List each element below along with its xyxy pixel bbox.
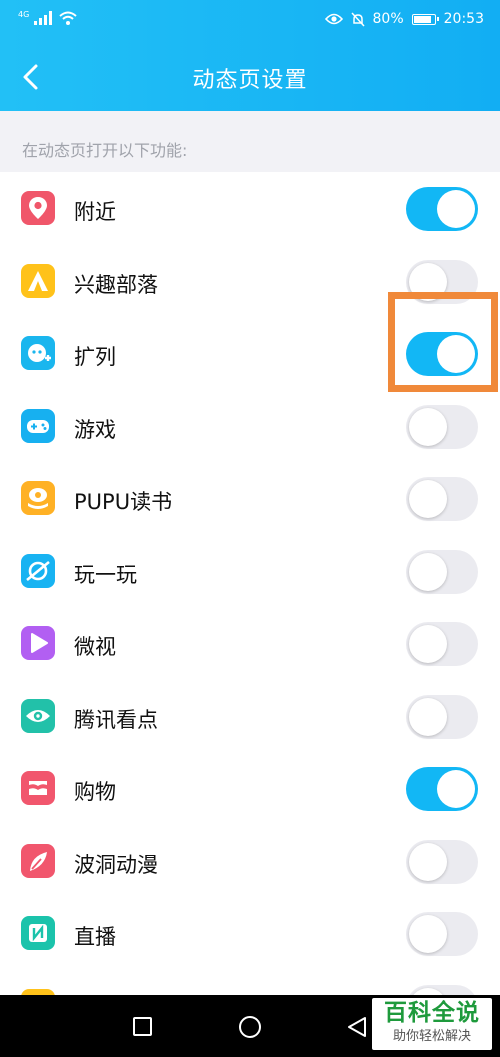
- toggle-knob: [437, 770, 475, 808]
- setting-label: 波洞动漫: [74, 852, 158, 877]
- section-hint: 在动态页打开以下功能:: [0, 111, 500, 172]
- setting-label: 兴趣部落: [74, 272, 158, 297]
- toggle-knob: [409, 842, 447, 881]
- clock: 20:53: [443, 11, 484, 27]
- app-header: 4G 80% 20:53 动态页设置: [0, 0, 500, 111]
- highlight-box: [388, 292, 498, 392]
- toggle-shopping[interactable]: [406, 767, 478, 811]
- battery-percent: 80%: [372, 11, 404, 27]
- back-triangle-icon[interactable]: [345, 1015, 369, 1039]
- recent-apps-icon[interactable]: [133, 1017, 152, 1036]
- setting-label: 游戏: [74, 417, 116, 442]
- setting-row-nearby: 附近: [0, 172, 500, 245]
- feather-icon: [21, 843, 55, 878]
- setting-row-games: 游戏: [0, 390, 500, 463]
- setting-row-bodong-anime: 波洞动漫: [0, 825, 500, 898]
- setting-row-tencent-news: 腾讯看点: [0, 680, 500, 753]
- toggle-knob: [437, 190, 475, 228]
- toggle-play[interactable]: [406, 549, 478, 594]
- setting-label: PUPU读书: [74, 490, 173, 514]
- watermark-title: 百科全说: [384, 1000, 480, 1026]
- planet-icon: [21, 553, 55, 588]
- network-type-label: 4G: [18, 10, 30, 19]
- toggle-knob: [409, 697, 447, 736]
- gamepad-icon: [21, 408, 55, 443]
- mute-icon: [350, 11, 365, 27]
- toggle-knob: [409, 552, 447, 591]
- setting-row-live: 直播: [0, 897, 500, 970]
- toggle-tencent-news[interactable]: [406, 694, 478, 739]
- toggle-weishi[interactable]: [406, 622, 478, 666]
- toggle-knob: [409, 915, 447, 953]
- book-icon: [21, 481, 55, 515]
- toggle-pupu-reading[interactable]: [406, 477, 478, 521]
- setting-label: 直播: [74, 925, 116, 949]
- setting-row-pupu-reading: PUPU读书: [0, 462, 500, 535]
- setting-label: 玩一玩: [74, 562, 137, 587]
- wifi-icon: [59, 11, 77, 25]
- watermark: 百科全说 助你轻松解决: [372, 998, 492, 1050]
- toggle-live[interactable]: [406, 912, 478, 956]
- setting-label: 微视: [74, 635, 116, 659]
- toggle-knob: [409, 407, 447, 446]
- eye-icon: [21, 698, 55, 733]
- setting-label: 腾讯看点: [74, 707, 158, 732]
- setting-row-weishi: 微视: [0, 607, 500, 680]
- signal-icon: [34, 11, 53, 25]
- battery-icon: [411, 13, 439, 25]
- setting-label: 附近: [74, 200, 116, 224]
- setting-label: 扩列: [74, 345, 116, 369]
- setting-row-play: 玩一玩: [0, 535, 500, 608]
- toggle-games[interactable]: [406, 404, 478, 449]
- toggle-nearby[interactable]: [406, 187, 478, 231]
- page-title: 动态页设置: [192, 68, 308, 93]
- status-bar: 4G 80% 20:53: [0, 0, 500, 40]
- expand-friends-icon: [21, 336, 55, 370]
- nav-bar: 动态页设置: [0, 45, 500, 111]
- toggle-knob: [409, 480, 447, 518]
- play-icon: [21, 626, 55, 660]
- live-icon: [21, 916, 55, 950]
- eye-icon: [324, 13, 343, 25]
- home-icon[interactable]: [239, 1016, 261, 1038]
- watermark-subtitle: 助你轻松解决: [392, 1029, 471, 1044]
- toggle-bodong-anime[interactable]: [406, 839, 478, 884]
- setting-row-shopping: 购物: [0, 752, 500, 825]
- tent-icon: [21, 263, 55, 298]
- shopping-icon: [21, 771, 55, 805]
- location-pin-icon: [21, 191, 55, 225]
- setting-label: 购物: [74, 780, 116, 804]
- toggle-knob: [409, 625, 447, 663]
